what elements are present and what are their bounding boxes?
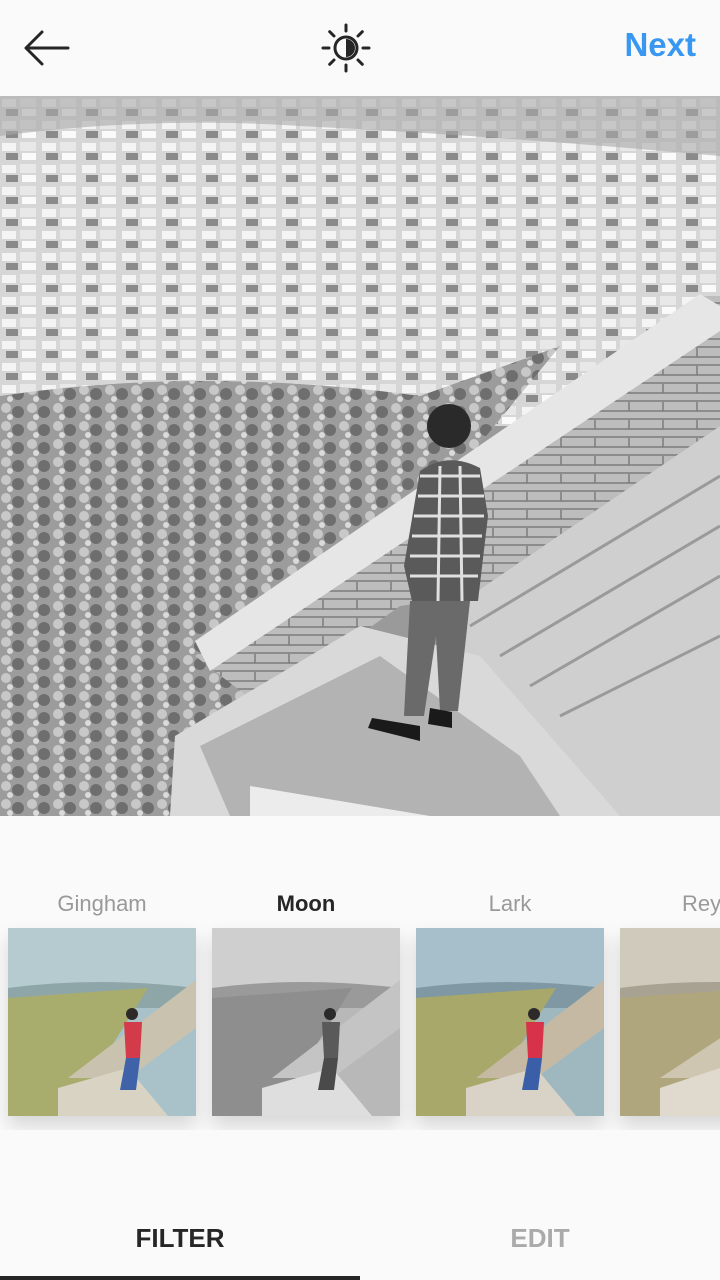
- filter-label: Lark: [488, 891, 532, 916]
- filter-item-lark[interactable]: Lark: [416, 880, 604, 1116]
- filter-item-rey[interactable]: Rey: [620, 880, 720, 1116]
- active-tab-indicator: [0, 1276, 360, 1280]
- filter-label: Moon: [276, 891, 336, 916]
- arrow-left-icon: [24, 30, 70, 66]
- filter-item-gingham[interactable]: Gingham: [8, 880, 196, 1116]
- filter-item-moon[interactable]: Moon: [212, 880, 400, 1116]
- filter-strip: Gingham Moon Lark Rey: [0, 880, 720, 1130]
- filter-thumbnail[interactable]: [212, 928, 400, 1116]
- filter-label: Gingham: [57, 891, 147, 916]
- top-bar: Next: [0, 0, 720, 96]
- filter-label: Rey: [682, 891, 720, 916]
- filter-thumbnail[interactable]: [416, 928, 604, 1116]
- filter-thumbnail[interactable]: [8, 928, 196, 1116]
- tab-filter[interactable]: FILTER: [0, 1196, 360, 1280]
- filter-thumbnail[interactable]: [620, 928, 720, 1116]
- tab-edit[interactable]: EDIT: [360, 1196, 720, 1280]
- back-button[interactable]: [20, 24, 76, 72]
- preview-image: [0, 96, 720, 816]
- next-button[interactable]: Next: [624, 26, 696, 64]
- sun-contrast-icon: [321, 23, 371, 73]
- photo-preview: [0, 96, 720, 816]
- bottom-tabs: FILTER EDIT: [0, 1196, 720, 1280]
- lux-button[interactable]: [320, 22, 372, 74]
